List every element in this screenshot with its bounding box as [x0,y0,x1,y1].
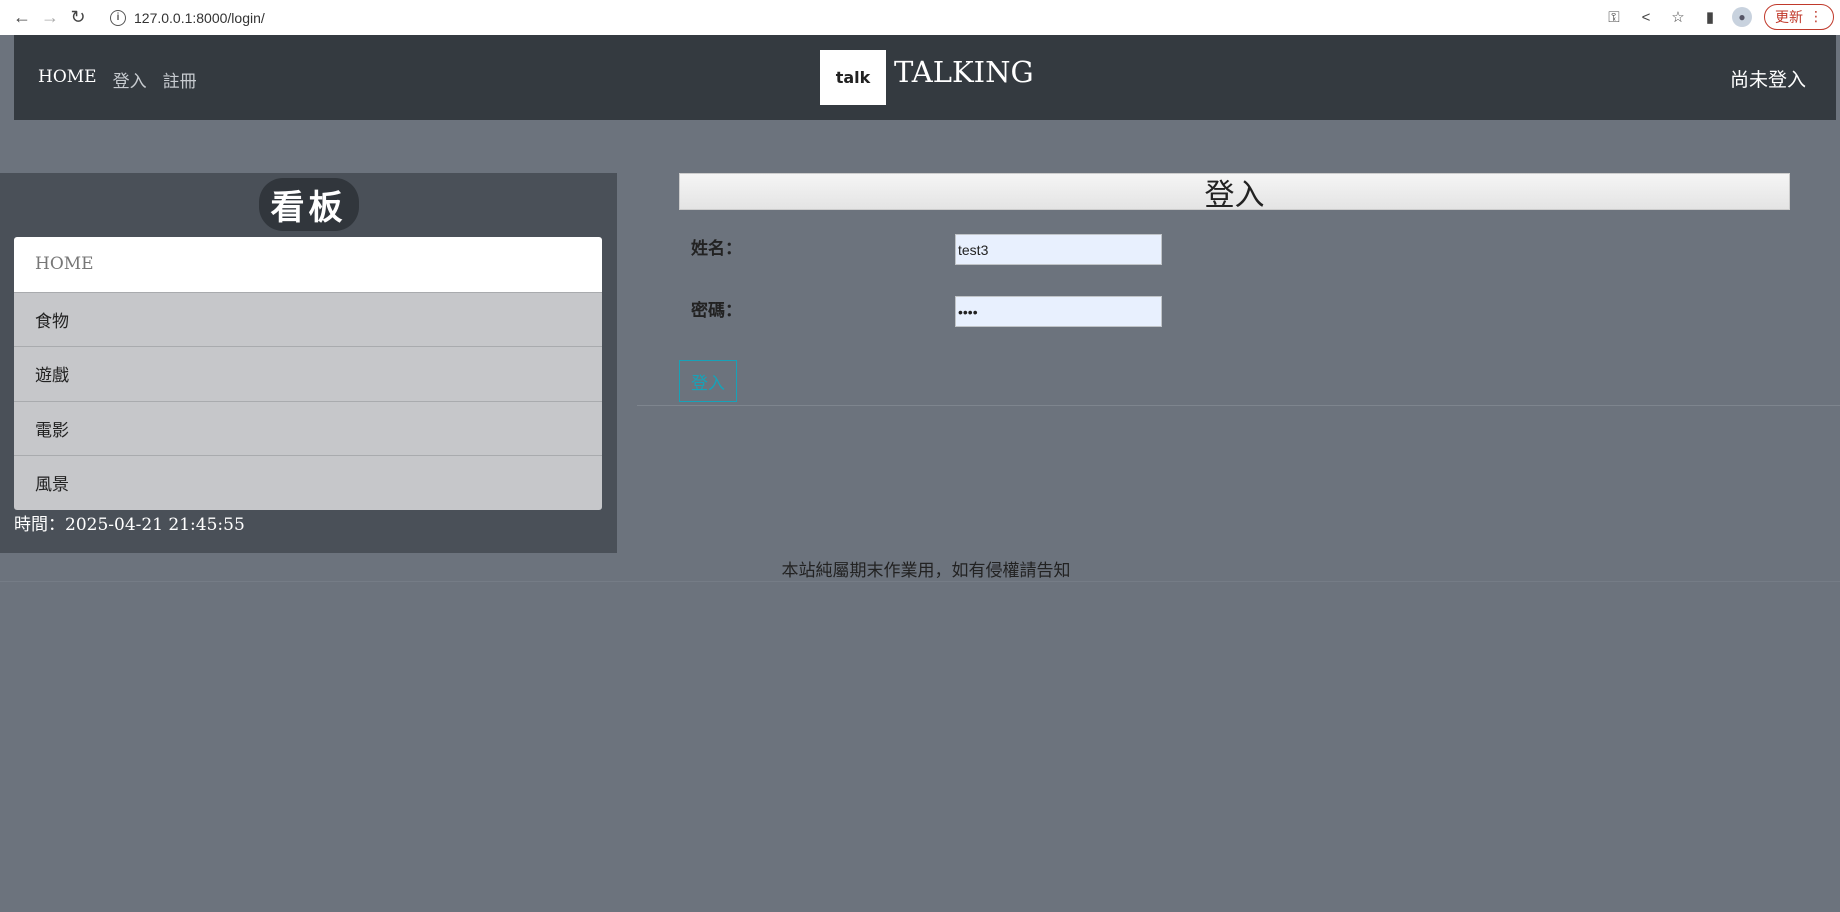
more-menu-icon: ⋮ [1809,9,1823,25]
url-text: 127.0.0.1:8000/login/ [134,9,265,26]
browser-toolbar: ← → ↻ i 127.0.0.1:8000/login/ ⚿ < ☆ ▮ ● … [0,0,1840,35]
nav-home-link[interactable]: HOME [38,67,97,92]
board-title-wrap: 看板 [0,178,617,231]
side-panel-icon[interactable]: ▮ [1700,8,1720,26]
divider [637,405,1840,406]
board-item-food[interactable]: 食物 [14,291,602,346]
board-item-home[interactable]: HOME [14,237,602,292]
site-info-icon[interactable]: i [110,9,126,26]
board-sidebar: 看板 HOME 食物 遊戲 電影 風景 時間：2025-04-21 21:45:… [0,173,617,553]
current-time: 時間：2025-04-21 21:45:55 [14,515,245,535]
back-arrow-icon[interactable]: ← [8,4,36,32]
board-item-games[interactable]: 遊戲 [14,346,602,401]
board-item-scenery[interactable]: 風景 [14,455,602,510]
name-label: 姓名： [691,239,742,259]
nav-register-link[interactable]: 註冊 [163,67,197,92]
site-nav: HOME 登入 註冊 [38,67,197,92]
brand-title: TALKING [894,55,1034,89]
login-status: 尚未登入 [1729,69,1806,91]
share-icon[interactable]: < [1636,9,1656,26]
password-label: 密碼： [691,301,742,321]
login-submit-button[interactable]: 登入 [679,360,737,402]
board-item-movies[interactable]: 電影 [14,400,602,455]
board-list: HOME 食物 遊戲 電影 風景 [14,237,602,510]
update-button[interactable]: 更新 ⋮ [1764,4,1834,30]
browser-actions: ⚿ < ☆ ▮ ● 更新 ⋮ [1604,3,1834,31]
profile-avatar-icon[interactable]: ● [1732,7,1752,27]
forward-arrow-icon[interactable]: → [36,4,64,32]
login-form-title: 登入 [679,173,1790,213]
footer-text: 本站純屬期末作業用，如有侵權請告知 [781,561,1071,581]
nav-login-link[interactable]: 登入 [113,67,147,92]
board-title: 看板 [258,178,359,231]
site-logo[interactable]: talk [820,50,886,105]
name-input[interactable] [955,234,1162,265]
update-label: 更新 [1775,10,1803,26]
site-header: HOME 登入 註冊 talk TALKING 尚未登入 [14,35,1836,120]
address-bar[interactable]: i 127.0.0.1:8000/login/ [100,3,1710,32]
footer-divider [0,581,1840,582]
password-input[interactable] [955,296,1162,327]
reload-icon[interactable]: ↻ [64,4,92,32]
star-icon[interactable]: ☆ [1668,8,1688,26]
key-icon[interactable]: ⚿ [1604,9,1624,26]
